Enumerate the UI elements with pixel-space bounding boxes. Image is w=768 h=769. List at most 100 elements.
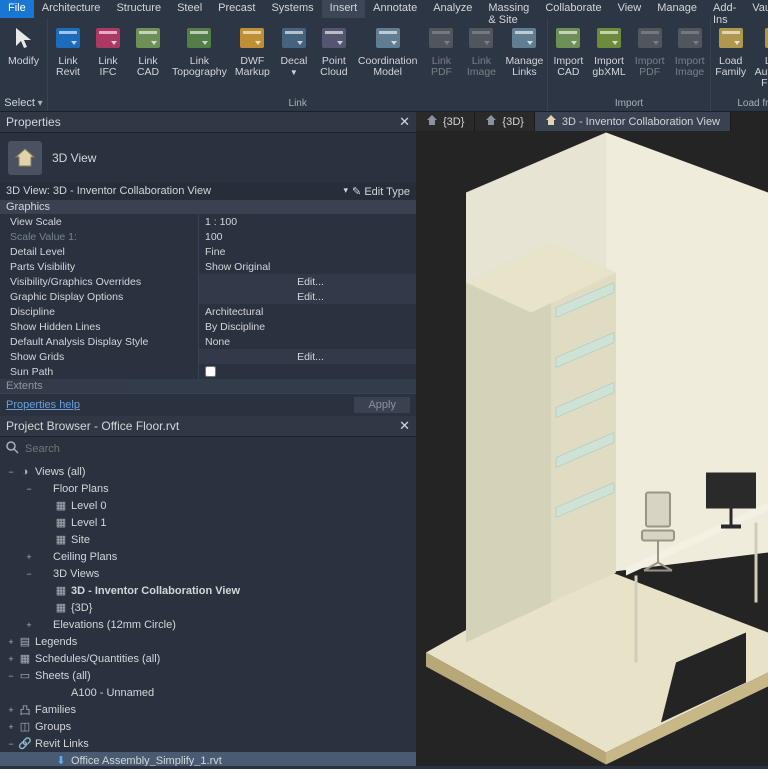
tree-revit-links[interactable]: −🔗Revit Links <box>0 735 416 752</box>
tree-legends[interactable]: +▤Legends <box>0 633 416 650</box>
ribbon-import-gbxml[interactable]: ImportgbXML <box>588 18 629 96</box>
tree-label: 3D Views <box>53 568 99 580</box>
expand-icon[interactable]: − <box>4 739 18 749</box>
tree--3d-[interactable]: ▦{3D} <box>0 599 416 616</box>
ribbon-link-pdf: LinkPDF <box>421 18 461 96</box>
prop-graphic-display-options[interactable]: Graphic Display OptionsEdit... <box>0 289 416 304</box>
modify-tool[interactable]: Modify <box>0 18 47 95</box>
tree-a100-unnamed[interactable]: A100 - Unnamed <box>0 684 416 701</box>
close-icon[interactable]: ✕ <box>399 418 410 434</box>
expand-icon[interactable]: + <box>4 654 18 664</box>
menu-add-ins[interactable]: Add-Ins <box>705 0 744 18</box>
prop-show-hidden-lines[interactable]: Show Hidden LinesBy Discipline <box>0 319 416 334</box>
ribbon-link-cad[interactable]: LinkCAD <box>128 18 168 96</box>
prop-detail-level[interactable]: Detail LevelFine <box>0 244 416 259</box>
tree-elevations-12mm-circle-[interactable]: +Elevations (12mm Circle) <box>0 616 416 633</box>
menu-precast[interactable]: Precast <box>210 0 263 18</box>
menu-systems[interactable]: Systems <box>263 0 321 18</box>
3d-viewport[interactable] <box>416 131 768 766</box>
ribbon-decal[interactable]: Decal▼ <box>274 18 314 96</box>
view-tab[interactable]: 3D - Inventor Collaboration View <box>535 112 731 131</box>
tree-floor-plans[interactable]: −Floor Plans <box>0 480 416 497</box>
prop-scale-value-[interactable]: Scale Value 1:100 <box>0 229 416 244</box>
section-extents[interactable]: Extents <box>0 379 416 393</box>
expand-icon[interactable]: − <box>4 671 18 681</box>
prop-show-grids[interactable]: Show GridsEdit... <box>0 349 416 364</box>
menu-view[interactable]: View <box>610 0 650 18</box>
3d-icon: ▦ <box>54 584 68 598</box>
tree-groups[interactable]: +◫Groups <box>0 718 416 735</box>
tab-label: 3D - Inventor Collaboration View <box>562 116 720 128</box>
expand-icon[interactable]: + <box>4 705 18 715</box>
grp-icon: ◫ <box>18 720 32 734</box>
tree-level-1[interactable]: ▦Level 1 <box>0 514 416 531</box>
prop-view-scale[interactable]: View Scale1 : 100 <box>0 214 416 229</box>
tree-label: Revit Links <box>35 738 89 750</box>
expand-icon[interactable]: + <box>22 552 36 562</box>
search-input[interactable] <box>25 443 410 455</box>
ribbon-coordination-model[interactable]: CoordinationModel <box>354 18 422 96</box>
expand-icon[interactable]: + <box>22 620 36 630</box>
ribbon-link-revit[interactable]: LinkRevit <box>48 18 88 96</box>
checkbox[interactable] <box>205 366 216 377</box>
expand-icon[interactable]: − <box>4 467 18 477</box>
menu-annotate[interactable]: Annotate <box>365 0 425 18</box>
prop-discipline[interactable]: DisciplineArchitectural <box>0 304 416 319</box>
type-selector[interactable]: 3D View <box>52 151 96 165</box>
properties-title: Properties <box>6 115 61 129</box>
tree-label: Level 1 <box>71 517 106 529</box>
tree-label: Families <box>35 704 76 716</box>
tree-site[interactable]: ▦Site <box>0 531 416 548</box>
tree-3d-views[interactable]: − 3D Views <box>0 565 416 582</box>
close-icon[interactable]: ✕ <box>399 114 410 130</box>
tree-3d-inventor-collaboration-view[interactable]: ▦3D - Inventor Collaboration View <box>0 582 416 599</box>
prop-parts-visibility[interactable]: Parts VisibilityShow Original <box>0 259 416 274</box>
menu-architecture[interactable]: Architecture <box>34 0 109 18</box>
view-tab[interactable]: {3D} <box>416 112 475 131</box>
properties-help-link[interactable]: Properties help <box>6 399 80 411</box>
plan-icon: ▦ <box>54 533 68 547</box>
menu-file[interactable]: File <box>0 0 34 18</box>
ribbon-manage-links[interactable]: ManageLinks <box>501 18 547 96</box>
ribbon-link-ifc[interactable]: LinkIFC <box>88 18 128 96</box>
view-tab[interactable]: {3D} <box>475 112 534 131</box>
fam-icon <box>715 22 747 54</box>
edit-type-button[interactable]: ✎ Edit Type <box>352 185 410 198</box>
expand-icon[interactable]: + <box>4 722 18 732</box>
menu-collaborate[interactable]: Collaborate <box>537 0 609 18</box>
ribbon-load-family[interactable]: LoadFamily <box>711 18 751 96</box>
menu-structure[interactable]: Structure <box>108 0 169 18</box>
tree-ceiling-plans[interactable]: +Ceiling Plans <box>0 548 416 565</box>
ribbon-link-topography[interactable]: LinkTopography <box>168 18 231 96</box>
menu-manage[interactable]: Manage <box>649 0 705 18</box>
tree-level-0[interactable]: ▦Level 0 <box>0 497 416 514</box>
mlinks-icon <box>508 22 540 54</box>
tree-office-assembly-simplify-1-rvt[interactable]: ⬇Office Assembly_Simplify_1.rvt <box>0 752 416 766</box>
tree-views-all-[interactable]: −◑Views (all) <box>0 463 416 480</box>
ribbon-load-autodesk-family[interactable]: Load AutodeskFamily <box>751 18 768 96</box>
tree-families[interactable]: +凸Families <box>0 701 416 718</box>
prop-visibility-graphics-overrides[interactable]: Visibility/Graphics OverridesEdit... <box>0 274 416 289</box>
tree-schedules-quantities-all-[interactable]: +▦Schedules/Quantities (all) <box>0 650 416 667</box>
menu-massing-site[interactable]: Massing & Site <box>480 0 537 18</box>
ribbon-import-cad[interactable]: ImportCAD <box>548 18 588 96</box>
tab-label: {3D} <box>502 116 523 128</box>
apply-button[interactable]: Apply <box>354 397 410 413</box>
house-icon <box>8 141 42 175</box>
menu-analyze[interactable]: Analyze <box>425 0 480 18</box>
prop-sun-path[interactable]: Sun Path <box>0 364 416 379</box>
ribbon-dwf-markup[interactable]: DWFMarkup <box>231 18 274 96</box>
ribbon-point-cloud[interactable]: PointCloud <box>314 18 354 96</box>
expand-icon[interactable]: + <box>4 637 18 647</box>
instance-filter[interactable]: 3D View: 3D - Inventor Collaboration Vie… <box>6 185 211 198</box>
3d-icon: ▦ <box>54 601 68 615</box>
menu-steel[interactable]: Steel <box>169 0 210 18</box>
expand-icon[interactable]: − <box>22 569 36 579</box>
tree-sheets-all-[interactable]: −▭Sheets (all) <box>0 667 416 684</box>
menu-vault[interactable]: Vault <box>744 0 768 18</box>
expand-icon[interactable]: − <box>22 484 36 494</box>
prop-default-analysis-display-style[interactable]: Default Analysis Display StyleNone <box>0 334 416 349</box>
menu-insert[interactable]: Insert <box>322 0 366 18</box>
section-graphics[interactable]: Graphics <box>0 200 416 214</box>
select-dropdown[interactable]: Select ▾ <box>0 95 47 111</box>
